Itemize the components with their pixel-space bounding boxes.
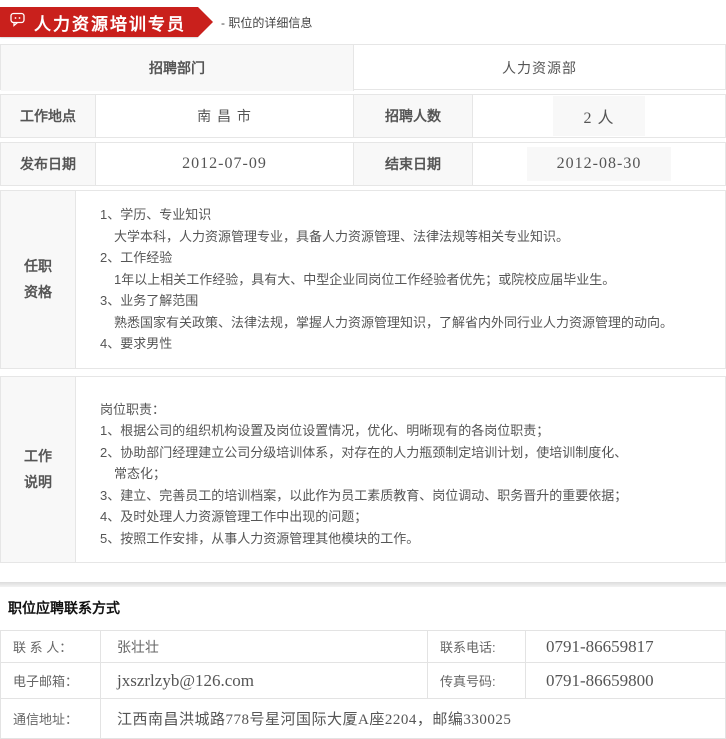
- job-title-ribbon: 人力资源培训专员: [0, 7, 198, 37]
- department-row: 招聘部门 人力资源部: [0, 44, 726, 90]
- contact-section-title: 职位应聘联系方式: [0, 587, 726, 630]
- job-description-label: 工作 说明: [1, 377, 76, 563]
- headcount-value: 2 人: [473, 95, 725, 137]
- job-description-line: 岗位职责：: [100, 399, 719, 421]
- job-description-section: 工作 说明 岗位职责： 1、根据公司的组织机构设置及岗位设置情况，优化、明晰现有…: [0, 376, 726, 564]
- email-fax-row: 电子邮箱： jxszrlzyb@126.com 传真号码: 0791-86659…: [1, 663, 725, 699]
- publish-date-label: 发布日期: [1, 143, 96, 185]
- email-label: 电子邮箱：: [1, 671, 78, 690]
- end-date-value: 2012-08-30: [473, 143, 725, 185]
- address-label: 通信地址：: [1, 709, 78, 728]
- job-description-line: 2、协助部门经理建立公司分级培训体系，对存在的人力瓶颈制定培训计划，使培训制度化…: [100, 442, 719, 464]
- fax-value: 0791-86659800: [546, 671, 654, 690]
- publish-date-text: 2012-07-09: [182, 155, 267, 173]
- location-value: 南 昌 市: [96, 95, 354, 137]
- page-title: 人力资源培训专员: [34, 10, 186, 35]
- publish-date-value: 2012-07-09: [96, 143, 354, 185]
- job-description-content: 岗位职责： 1、根据公司的组织机构设置及岗位设置情况，优化、明晰现有的各岗位职责…: [76, 377, 725, 563]
- fax-label: 传真号码:: [428, 663, 526, 698]
- contact-person-row: 联 系 人： 张壮壮 联系电话: 0791-86659817: [1, 631, 725, 663]
- contact-person-label: 联 系 人：: [1, 637, 72, 656]
- qualification-line: 熟悉国家有关政策、法律法规，掌握人力资源管理知识，了解省内外同行业人力资源管理的…: [100, 312, 719, 334]
- department-value: 人力资源部: [354, 45, 725, 91]
- contact-table: 联 系 人： 张壮壮 联系电话: 0791-86659817 电子邮箱： jxs…: [0, 630, 726, 739]
- address-value: 江西南昌洪城路778号星河国际大厦A座2204，邮编330025: [117, 712, 511, 728]
- job-detail-page: 人力资源培训专员 - 职位的详细信息 招聘部门 人力资源部 工作地点 南 昌 市…: [0, 0, 726, 739]
- job-description-line: 5、按照工作安排，从事人力资源管理其他模块的工作。: [100, 528, 719, 550]
- location-label: 工作地点: [1, 95, 96, 137]
- end-date-label: 结束日期: [354, 143, 473, 185]
- qualifications-section: 任职 资格 1、学历、专业知识 大学本科，人力资源管理专业，具备人力资源管理、法…: [0, 190, 726, 369]
- phone-label: 联系电话:: [428, 631, 526, 662]
- department-label: 招聘部门: [1, 45, 354, 91]
- headcount-value-text: 2 人: [553, 96, 644, 136]
- qualification-line: 1年以上相关工作经验，具有大、中型企业同岗位工作经验者优先；或院校应届毕业生。: [100, 269, 719, 291]
- speech-bubble-icon: [10, 12, 26, 32]
- contact-person-value: 张壮壮: [117, 637, 159, 657]
- page-title-banner: 人力资源培训专员 - 职位的详细信息: [0, 7, 726, 37]
- dates-row: 发布日期 2012-07-09 结束日期 2012-08-30: [0, 142, 726, 186]
- address-row: 通信地址： 江西南昌洪城路778号星河国际大厦A座2204，邮编330025: [1, 699, 725, 739]
- qualification-line: 大学本科，人力资源管理专业，具备人力资源管理、法律法规等相关专业知识。: [100, 226, 719, 248]
- qualification-line: 3、业务了解范围: [100, 290, 719, 312]
- location-headcount-row: 工作地点 南 昌 市 招聘人数 2 人: [0, 94, 726, 138]
- ribbon-arrow-shape: [198, 7, 213, 37]
- headcount-label: 招聘人数: [354, 95, 473, 137]
- job-description-line: 4、及时处理人力资源管理工作中出现的问题；: [100, 506, 719, 528]
- phone-value: 0791-86659817: [546, 637, 654, 656]
- job-description-line: 常态化；: [100, 463, 719, 485]
- job-description-line: 1、根据公司的组织机构设置及岗位设置情况，优化、明晰现有的各岗位职责；: [100, 420, 719, 442]
- page-subtitle: - 职位的详细信息: [221, 14, 312, 31]
- location-value-text: 南 昌 市: [197, 106, 252, 126]
- qualifications-content: 1、学历、专业知识 大学本科，人力资源管理专业，具备人力资源管理、法律法规等相关…: [76, 191, 725, 368]
- qualifications-label: 任职 资格: [1, 191, 76, 368]
- job-description-line: 3、建立、完善员工的培训档案，以此作为员工素质教育、岗位调动、职务晋升的重要依据…: [100, 485, 719, 507]
- end-date-text: 2012-08-30: [527, 147, 672, 181]
- qualification-line: 2、工作经验: [100, 247, 719, 269]
- department-value-text: 人力资源部: [502, 58, 577, 78]
- qualification-line: 4、要求男性: [100, 333, 719, 355]
- qualification-line: 1、学历、专业知识: [100, 204, 719, 226]
- email-value: jxszrlzyb@126.com: [117, 671, 254, 691]
